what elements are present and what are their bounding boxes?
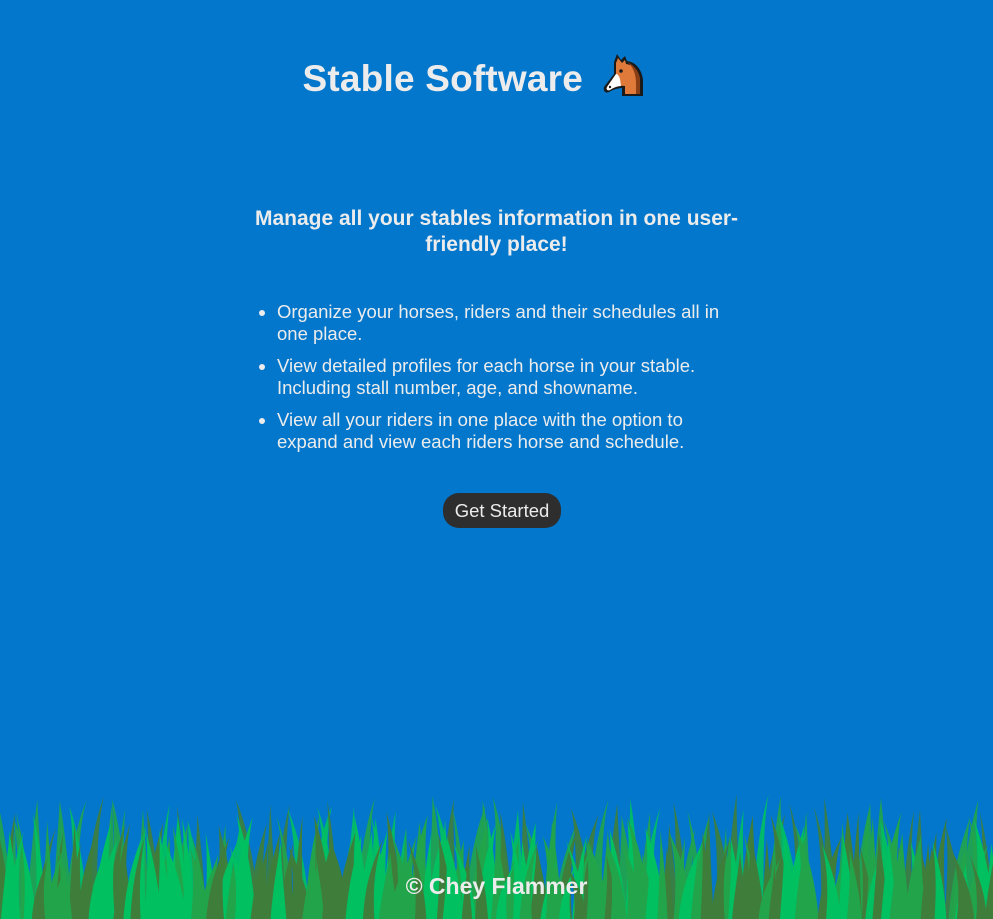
page-header: Stable Software [0, 54, 950, 100]
footer-copyright: © Chey Flammer [405, 873, 588, 899]
get-started-button[interactable]: Get Started [443, 493, 561, 528]
page-title: Stable Software [302, 58, 584, 99]
feature-item: Organize your horses, riders and their s… [277, 301, 742, 345]
tagline: Manage all your stables information in o… [254, 207, 739, 256]
feature-item: View detailed profiles for each horse in… [277, 355, 742, 399]
feature-item: View all your riders in one place with t… [277, 409, 742, 453]
grass-decoration [0, 794, 993, 919]
horse-face-icon [603, 54, 643, 96]
feature-list: Organize your horses, riders and their s… [252, 301, 742, 463]
